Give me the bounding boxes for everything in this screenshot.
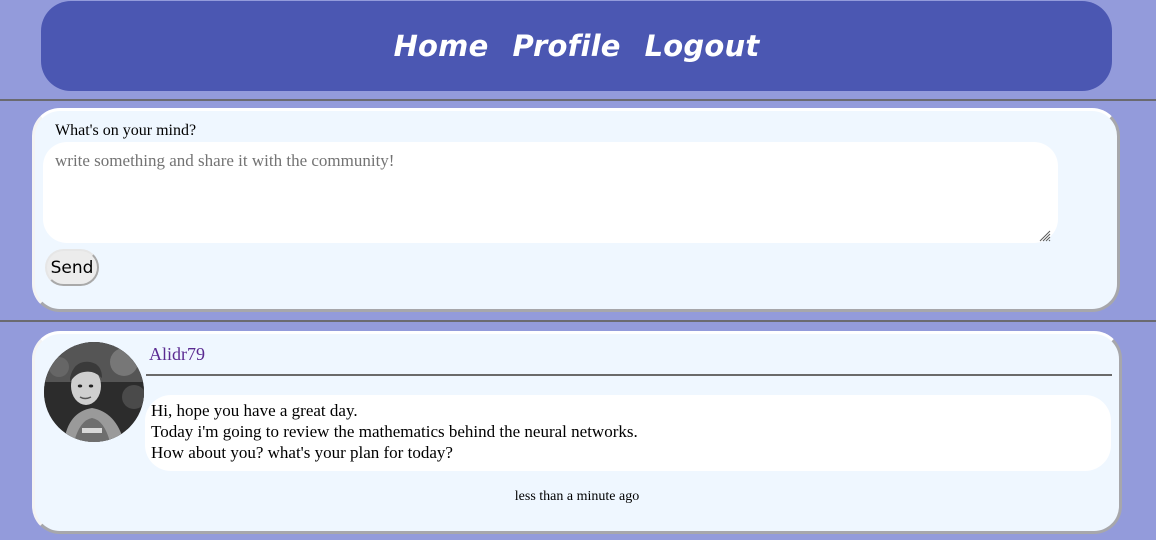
compose-label: What's on your mind? bbox=[55, 122, 197, 139]
nav-home-link[interactable]: Home bbox=[394, 29, 489, 63]
post-input[interactable] bbox=[43, 142, 1058, 243]
post-body: Hi, hope you have a great day. Today i'm… bbox=[145, 395, 1111, 471]
send-button[interactable]: Send bbox=[45, 249, 99, 286]
post-author-link[interactable]: Alidr79 bbox=[149, 344, 205, 365]
avatar[interactable] bbox=[44, 342, 144, 442]
avatar-photo-icon bbox=[44, 342, 144, 442]
post-card: Alidr79 Hi, hope you have a great day. T… bbox=[32, 331, 1122, 534]
nav-logout-link[interactable]: Logout bbox=[645, 29, 760, 63]
compose-form: What's on your mind? Send bbox=[32, 108, 1120, 312]
resize-handle-icon[interactable] bbox=[1038, 229, 1051, 242]
divider bbox=[0, 99, 1156, 101]
post-timestamp: less than a minute ago bbox=[514, 489, 640, 504]
top-navbar: Home Profile Logout bbox=[41, 1, 1112, 91]
nav-profile-link[interactable]: Profile bbox=[512, 29, 620, 63]
divider bbox=[0, 320, 1156, 322]
post-text-line: Hi, hope you have a great day. bbox=[151, 401, 358, 420]
post-text-line: Today i'm going to review the mathematic… bbox=[151, 422, 638, 441]
post-text-line: How about you? what's your plan for toda… bbox=[151, 443, 453, 462]
author-divider bbox=[146, 374, 1112, 376]
